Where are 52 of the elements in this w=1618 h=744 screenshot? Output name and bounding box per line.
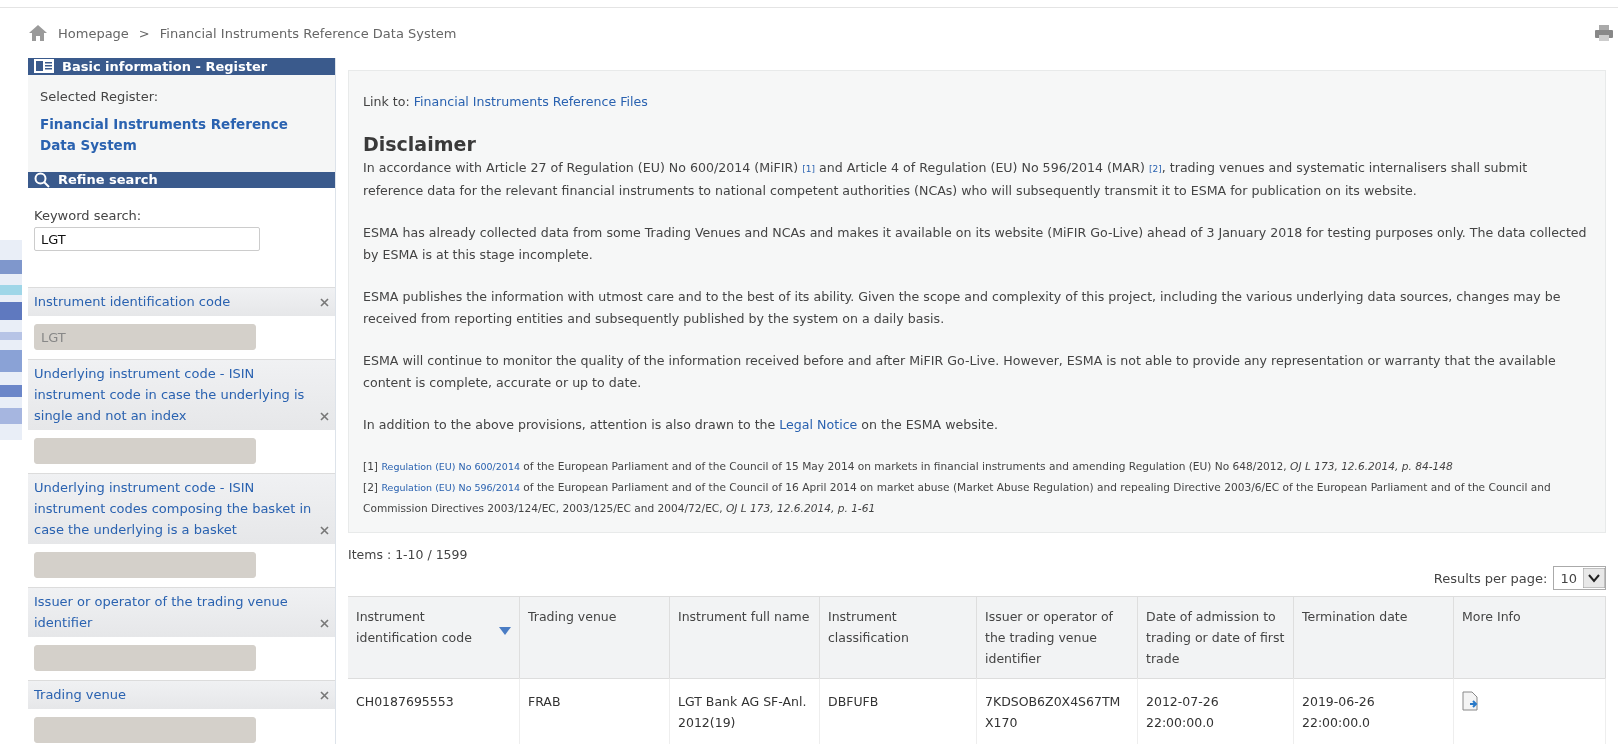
table-cell: CH0187695553 bbox=[348, 678, 520, 744]
table-cell: FRAB bbox=[520, 678, 670, 744]
table-cell: 2019-06-26 22:00:00.0 bbox=[1294, 678, 1454, 744]
paragraph: ESMA publishes the information with utmost care and to the best of its ability. Given the scope and complexity of this project, including the various underlying data sources, changes may be received from reporting entities and subsequently published by the system on a daily basis. bbox=[363, 288, 1562, 328]
column-header[interactable]: Instrument full name bbox=[670, 597, 820, 678]
register-link[interactable]: Financial Instruments Reference Data System bbox=[40, 113, 323, 156]
close-icon[interactable] bbox=[320, 691, 329, 700]
field-label: Keyword search: bbox=[34, 208, 143, 223]
paragraph: In addition to the above provisions, attention is also drawn to the Legal Notice on the ESMA website. bbox=[363, 416, 999, 434]
panel-title: Refine search bbox=[58, 172, 158, 188]
breadcrumb-link[interactable]: Homepage bbox=[58, 25, 129, 41]
regulation-link[interactable]: Regulation (EU) No 600/2014 bbox=[381, 461, 520, 472]
footnote: [1] Regulation (EU) No 600/2014 of the European Parliament and of the Council of 15 May 2014 on markets in financial instruments and amending Regulation (EU) No 648/2012, OJ L 173, 12.6.2014, p. 84-148 bbox=[363, 459, 1454, 474]
table-cell: 7KDSOB6Z0X4S67TM X170 bbox=[977, 678, 1138, 744]
print-icon[interactable] bbox=[1594, 24, 1614, 42]
results-per-page-label: Results per page: bbox=[1433, 570, 1548, 586]
disclaimer-title: Disclaimer bbox=[363, 133, 477, 155]
column-header[interactable]: Trading venue bbox=[520, 597, 670, 678]
reference-files-link[interactable]: Financial Instruments Reference Files bbox=[413, 94, 648, 109]
caret-icon bbox=[1583, 568, 1605, 588]
breadcrumb-current: Financial Instruments Reference Data System bbox=[159, 25, 457, 41]
table-cell: DBFUFB bbox=[820, 678, 977, 744]
legal-notice-link[interactable]: Legal Notice bbox=[779, 417, 858, 432]
results-per-page-select[interactable]: 10 bbox=[1553, 566, 1606, 590]
close-icon[interactable] bbox=[320, 412, 329, 421]
footnote-link[interactable]: [1] bbox=[802, 164, 815, 174]
paragraph: In accordance with Article 27 of Regulation (EU) No 600/2014 (MiFIR) [1] and Article 4 of Regulation (EU) No 596/2014 (MAR) [2], trading venues and systematic internalisers shall submit reference data for the relevant financial instruments to national competent authorities (NCAs) who will subsequently transmit it to ESMA for publication on its website. bbox=[363, 159, 1529, 200]
sort-icon bbox=[499, 627, 511, 635]
items-count: Items : 1-10 / 1599 bbox=[348, 547, 469, 562]
column-header[interactable]: Termination date bbox=[1294, 597, 1454, 678]
column-header[interactable]: Instrument classification bbox=[820, 597, 977, 678]
column-header[interactable]: Instrument identification code bbox=[348, 597, 520, 678]
close-icon[interactable] bbox=[320, 619, 329, 628]
regulation-link[interactable]: Regulation (EU) No 596/2014 bbox=[381, 482, 520, 493]
register-label: Selected Register: bbox=[40, 88, 160, 104]
table-cell: LGT Bank AG SF-Anl. 2012(19) bbox=[670, 678, 820, 744]
home-icon[interactable] bbox=[28, 24, 48, 42]
footnote: [2] Regulation (EU) No 596/2014 of the European Parliament and of the Council of 16 April 2014 on market abuse (Market Abuse Regulation) and repealing Directive 2003/6/EC of the European Parliament and of the Council and Commission Directives 2003/124/EC, 2003/125/EC and 2004/72/EC, OJ L 173, 12.6.2014, p. 1-61 bbox=[363, 480, 1552, 516]
document-icon[interactable] bbox=[1462, 691, 1480, 711]
footnote-link[interactable]: [2] bbox=[1149, 164, 1162, 174]
table-cell: 2012-07-26 22:00:00.0 bbox=[1138, 678, 1294, 744]
column-header[interactable]: Date of admission to trading or date of first trade bbox=[1138, 597, 1294, 678]
paragraph: ESMA will continue to monitor the quality of the information received before and after MiFIR Go-Live. However, ESMA is not able to provide any representation or warranty that the available content is complete, accurate or up to date. bbox=[363, 352, 1557, 392]
column-header[interactable]: Issuer or operator of the trading venue identifier bbox=[977, 597, 1138, 678]
close-icon[interactable] bbox=[320, 526, 329, 535]
keyword-search-field[interactable]: LGT bbox=[34, 227, 260, 251]
breadcrumb-separator: > bbox=[138, 25, 150, 41]
paragraph: ESMA has already collected data from some Trading Venues and NCAs and makes it available on its website (MiFIR Go-Live) ahead of 3 January 2018 for testing purposes only. The data collected by ESMA is at this stage incomplete. bbox=[363, 224, 1588, 264]
panel-title: Basic information - Register bbox=[62, 58, 268, 74]
link-line: Link to: Financial Instruments Reference Files bbox=[363, 93, 649, 111]
close-icon[interactable] bbox=[320, 298, 329, 307]
column-header[interactable]: More Info bbox=[1454, 597, 1606, 678]
